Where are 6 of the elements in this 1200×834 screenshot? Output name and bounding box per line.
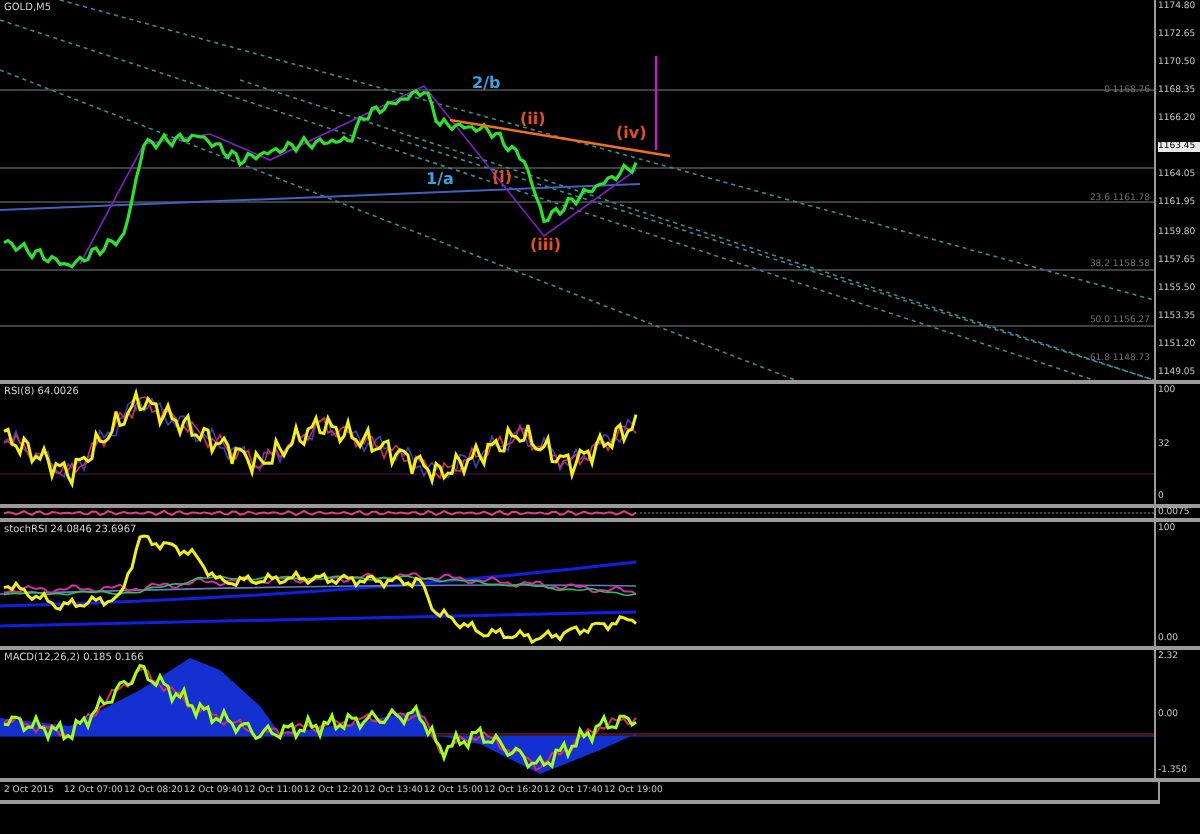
wave-label: (ii) bbox=[520, 110, 546, 128]
wave-label: (iii) bbox=[530, 236, 562, 254]
vertical-line bbox=[654, 56, 658, 150]
wave-label: 2/b bbox=[472, 74, 501, 92]
wave-label: (iv) bbox=[616, 124, 647, 142]
wave-label: 1/a bbox=[426, 170, 454, 188]
